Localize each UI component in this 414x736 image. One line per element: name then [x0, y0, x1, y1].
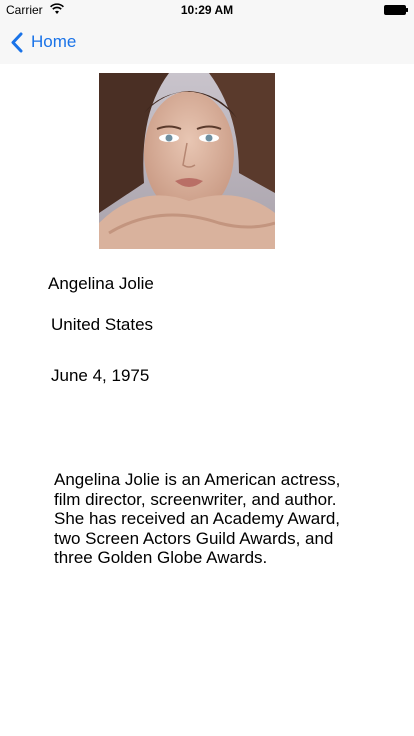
person-biography: Angelina Jolie is an American actress, f… — [54, 470, 341, 567]
clock-time: 10:29 AM — [180, 3, 234, 17]
back-button-label: Home — [31, 32, 77, 51]
portrait-image — [99, 73, 275, 249]
navigation-bar: Home — [0, 20, 414, 64]
chevron-left-icon — [11, 32, 23, 52]
person-country: United States — [51, 315, 154, 334]
profile-photo — [99, 73, 275, 249]
person-birthdate: June 4, 1975 — [51, 366, 150, 385]
status-bar: Carrier 10:29 AM — [0, 0, 414, 20]
person-name: Angelina Jolie — [48, 274, 154, 293]
back-button[interactable]: Home — [10, 30, 76, 54]
battery-icon — [384, 5, 408, 15]
